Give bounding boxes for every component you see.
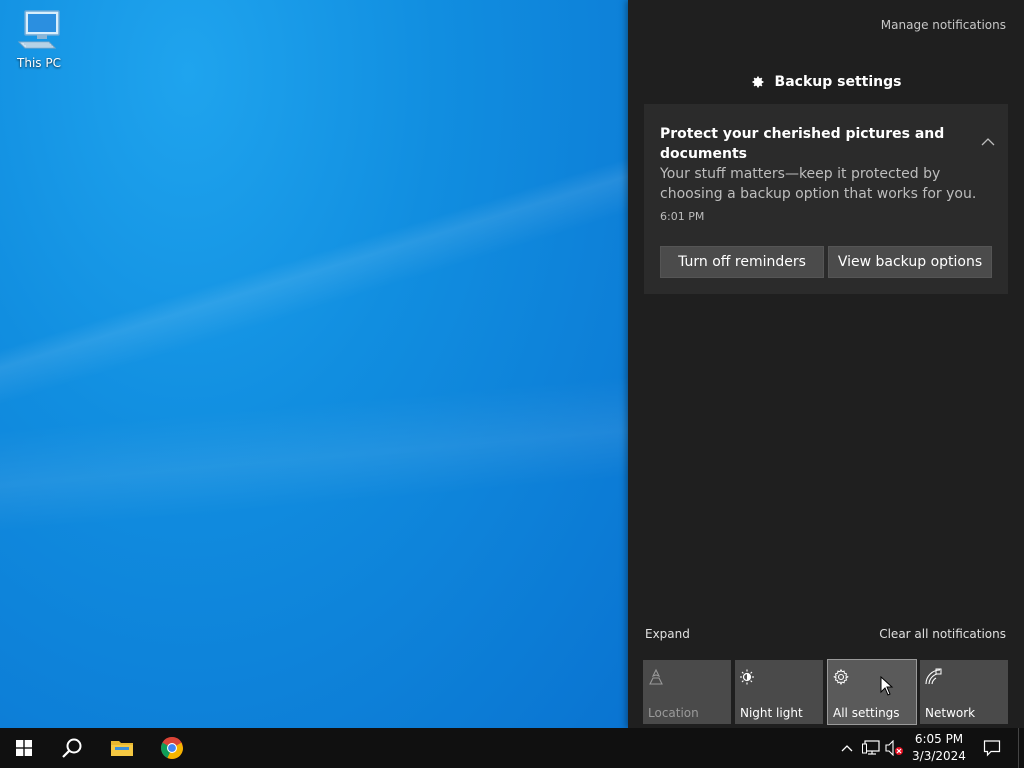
clock-time: 6:05 PM: [914, 732, 964, 746]
desktop: This PC: [0, 0, 628, 728]
start-button[interactable]: [0, 728, 48, 768]
chrome-icon: [161, 737, 183, 759]
quick-action-location[interactable]: Location: [643, 660, 731, 724]
notification-time: 6:01 PM: [660, 210, 705, 223]
chevron-up-icon: [841, 745, 853, 752]
taskbar-clock[interactable]: 6:05 PM 3/3/2024: [908, 731, 970, 767]
view-backup-options-button[interactable]: View backup options: [828, 246, 992, 278]
show-hidden-icons-button[interactable]: [838, 728, 856, 768]
search-button[interactable]: [48, 728, 96, 768]
chevron-up-icon[interactable]: [980, 134, 996, 150]
notification-title: Protect your cherished pictures and docu…: [660, 126, 945, 162]
quick-action-label: Night light: [740, 706, 803, 720]
clear-all-notifications-link[interactable]: Clear all notifications: [879, 627, 1006, 641]
volume-tray-button[interactable]: [884, 728, 906, 768]
desktop-icon-label: This PC: [17, 56, 61, 70]
clock-date: 3/3/2024: [912, 749, 966, 763]
expand-quick-actions-link[interactable]: Expand: [645, 627, 690, 641]
location-icon: [649, 668, 663, 685]
start-icon: [16, 740, 32, 756]
gear-icon: [752, 76, 763, 88]
quick-action-all-settings[interactable]: All settings: [827, 659, 917, 725]
quick-action-night-light[interactable]: Night light: [735, 660, 823, 724]
network-wired-icon: [862, 740, 880, 755]
desktop-icon-this-pc[interactable]: This PC: [10, 8, 68, 78]
quick-action-network[interactable]: Network: [920, 660, 1008, 724]
notification-group-header[interactable]: Backup settings: [628, 74, 1024, 90]
file-explorer-button[interactable]: [98, 728, 146, 768]
volume-muted-icon: [885, 740, 903, 756]
action-center-button[interactable]: [970, 728, 1014, 768]
mouse-cursor-icon: [880, 676, 894, 696]
backup-notification-card[interactable]: Protect your cherished pictures and docu…: [644, 104, 1008, 294]
network-icon: [925, 668, 942, 685]
search-icon: [62, 738, 82, 758]
quick-action-label: Location: [648, 706, 699, 720]
quick-action-label: Network: [925, 706, 976, 720]
file-explorer-icon: [111, 741, 133, 756]
this-pc-icon: [17, 10, 60, 49]
turn-off-reminders-button[interactable]: Turn off reminders: [660, 246, 824, 278]
show-desktop-button[interactable]: [1018, 728, 1024, 768]
night-light-icon: [740, 669, 754, 685]
notification-group-title: Backup settings: [774, 74, 902, 90]
network-tray-button[interactable]: [860, 728, 882, 768]
settings-icon: [833, 668, 849, 686]
chrome-button[interactable]: [148, 728, 196, 768]
quick-action-label: All settings: [833, 706, 900, 720]
notification-body: Your stuff matters—keep it protected by …: [660, 166, 977, 202]
manage-notifications-link[interactable]: Manage notifications: [881, 18, 1006, 32]
quick-actions: Location Night light All settings Networ…: [643, 659, 1009, 725]
taskbar: 6:05 PM 3/3/2024: [0, 728, 1024, 768]
notification-icon: [983, 740, 1001, 757]
action-center-panel: Manage notifications Backup settings Pro…: [628, 0, 1024, 728]
